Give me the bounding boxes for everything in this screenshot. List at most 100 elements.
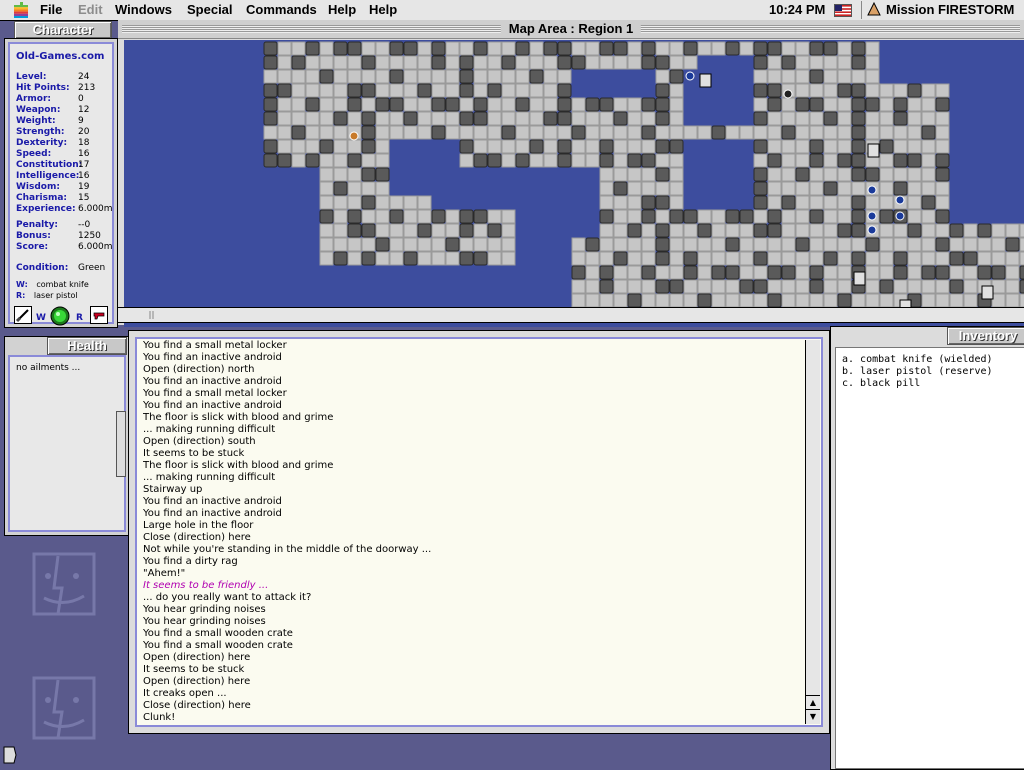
map-wall-tile xyxy=(809,209,824,224)
map-wall-tile xyxy=(669,69,684,84)
map-floor-tile xyxy=(879,181,894,196)
map-wall-tile xyxy=(907,153,922,168)
map-floor-tile xyxy=(711,251,726,266)
map-floor-tile xyxy=(333,195,348,210)
map-floor-tile xyxy=(781,153,796,168)
map-floor-tile xyxy=(921,181,936,196)
map-floor-tile xyxy=(683,223,698,238)
map-floor-tile xyxy=(487,41,502,56)
map-wall-tile xyxy=(767,41,782,56)
pistol-slot[interactable] xyxy=(90,306,108,324)
health-scrollbar[interactable] xyxy=(116,411,126,477)
inventory-item[interactable]: b. laser pistol (reserve) xyxy=(842,366,993,378)
inventory-tab-label: Inventory xyxy=(958,328,1018,343)
android-icon[interactable] xyxy=(867,225,877,235)
map-floor-tile xyxy=(921,153,936,168)
scroll-up-arrow[interactable]: ▲ xyxy=(806,695,820,710)
menu-edit[interactable]: Edit xyxy=(78,2,103,18)
map-floor-tile xyxy=(795,111,810,126)
door-icon[interactable] xyxy=(699,73,712,88)
knife-slot[interactable] xyxy=(14,306,32,324)
map-wall-tile xyxy=(347,153,362,168)
inventory-item[interactable]: c. black pill xyxy=(842,378,993,390)
message-line: ... making running difficult xyxy=(143,472,276,483)
map-floor-tile xyxy=(585,265,600,280)
hole-icon[interactable] xyxy=(783,89,793,99)
map-view[interactable] xyxy=(124,40,1024,327)
map-floor-tile xyxy=(767,125,782,140)
map-floor-tile xyxy=(921,139,936,154)
door-icon[interactable] xyxy=(853,271,866,286)
map-floor-tile xyxy=(655,125,670,140)
menu-clock[interactable]: 10:24 PM xyxy=(769,2,825,18)
dungeon-map[interactable] xyxy=(124,40,1024,327)
map-floor-tile xyxy=(347,55,362,70)
map-floor-tile xyxy=(921,223,936,238)
menu-file[interactable]: File xyxy=(40,2,62,18)
map-floor-tile xyxy=(529,97,544,112)
stat-row: Wisdom: 19 xyxy=(16,182,112,193)
map-floor-tile xyxy=(655,41,670,56)
map-wall-tile xyxy=(935,265,950,280)
stat-row: Constitution: 17 xyxy=(16,160,112,171)
map-floor-tile xyxy=(515,111,530,126)
map-floor-tile xyxy=(865,41,880,56)
stat-row: Armor: 0 xyxy=(16,94,112,105)
menu-windows[interactable]: Windows xyxy=(115,2,172,18)
android-icon[interactable] xyxy=(867,211,877,221)
drive-icon[interactable] xyxy=(2,745,18,765)
android-icon[interactable] xyxy=(895,195,905,205)
map-wall-tile xyxy=(865,97,880,112)
map-wall-tile xyxy=(935,153,950,168)
door-icon[interactable] xyxy=(867,143,880,158)
application-menu[interactable]: Mission FIRESTORM xyxy=(861,1,1014,19)
tab-health[interactable]: Health xyxy=(47,337,127,355)
door-icon[interactable] xyxy=(981,285,994,300)
map-floor-tile xyxy=(837,195,852,210)
map-wall-tile xyxy=(823,181,838,196)
map-floor-tile xyxy=(739,265,754,280)
map-wall-tile xyxy=(767,265,782,280)
stat-label: Intelligence: xyxy=(16,171,80,181)
inventory-item[interactable]: a. combat knife (wielded) xyxy=(842,354,993,366)
status-orb-icon[interactable] xyxy=(50,306,70,326)
tab-inventory[interactable]: Inventory xyxy=(947,327,1024,345)
map-floor-tile xyxy=(627,125,642,140)
map-floor-tile xyxy=(809,195,824,210)
map-floor-tile xyxy=(795,251,810,266)
menu-help-2[interactable]: Help xyxy=(369,2,397,18)
map-floor-tile xyxy=(361,153,376,168)
map-floor-tile xyxy=(837,265,852,280)
map-floor-tile xyxy=(277,55,292,70)
map-wall-tile xyxy=(473,97,488,112)
map-floor-tile xyxy=(767,139,782,154)
player-icon[interactable] xyxy=(685,71,695,81)
map-wall-tile xyxy=(865,237,880,252)
apple-icon[interactable] xyxy=(14,2,28,18)
map-wall-tile xyxy=(809,279,824,294)
message-scrollbar[interactable]: ▲ ▼ xyxy=(805,340,820,724)
menu-commands[interactable]: Commands xyxy=(246,2,317,18)
map-floor-tile xyxy=(613,223,628,238)
menu-special[interactable]: Special xyxy=(187,2,233,18)
flag-icon[interactable] xyxy=(834,4,852,17)
tab-character[interactable]: Character xyxy=(14,21,112,39)
menu-help[interactable]: Help xyxy=(328,2,356,18)
map-wall-tile xyxy=(753,55,768,70)
android-icon[interactable] xyxy=(895,211,905,221)
scroll-down-arrow[interactable]: ▼ xyxy=(806,709,820,724)
map-floor-tile xyxy=(627,111,642,126)
stat-value: 6.000m xyxy=(78,242,113,252)
map-wall-tile xyxy=(823,41,838,56)
map-floor-tile xyxy=(445,111,460,126)
map-horizontal-scrollbar[interactable] xyxy=(118,307,1024,323)
map-wall-tile xyxy=(851,195,866,210)
map-titlebar[interactable]: Map Area : Region 1 xyxy=(118,20,1024,39)
android-icon[interactable] xyxy=(867,185,877,195)
map-floor-tile xyxy=(431,83,446,98)
map-floor-tile xyxy=(417,69,432,84)
stat-value: 9 xyxy=(78,116,84,126)
message-line: It seems to be stuck xyxy=(143,664,245,675)
map-floor-tile xyxy=(641,139,656,154)
crate-icon[interactable] xyxy=(349,131,359,141)
